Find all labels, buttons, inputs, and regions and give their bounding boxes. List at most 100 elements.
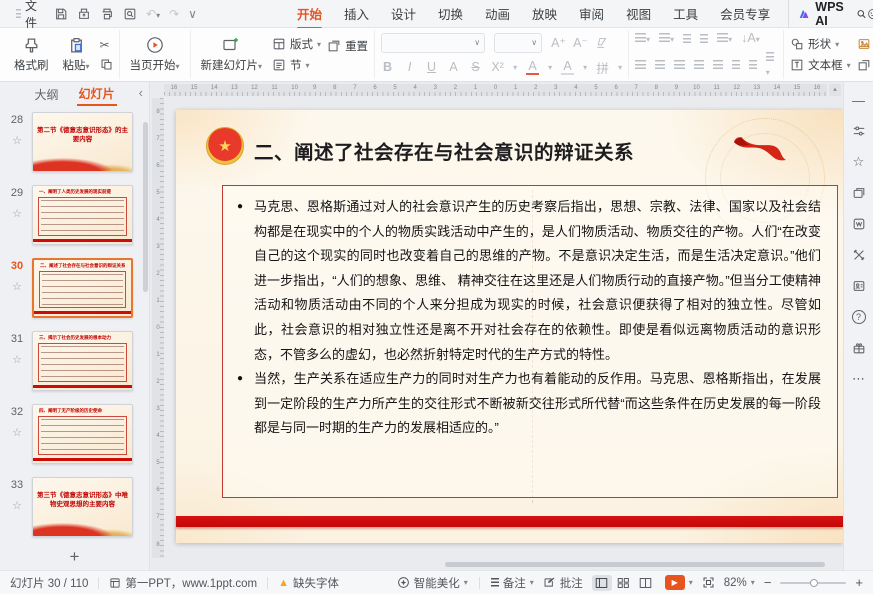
horizontal-scrollbar[interactable] bbox=[445, 562, 825, 567]
char-spacing-button[interactable]: A bbox=[447, 60, 460, 74]
columns-icon[interactable] bbox=[732, 60, 740, 69]
help-icon[interactable]: ? bbox=[851, 309, 867, 325]
slide-thumbnail-item[interactable]: 33 ☆ 第三节《德意志意识形态》中唯物史观思想的主要内容 bbox=[6, 477, 149, 537]
ribbon-tab-会员专享[interactable]: 会员专享 bbox=[710, 1, 780, 26]
scroll-up-button[interactable]: ▴ bbox=[829, 84, 841, 96]
wps-ai-group[interactable]: WPS AI bbox=[788, 0, 866, 28]
redo-icon[interactable]: ↷ bbox=[169, 7, 179, 21]
section-caret[interactable]: ▾ bbox=[306, 61, 310, 70]
textbox-caret[interactable]: ▾ bbox=[847, 61, 851, 70]
shapes-caret[interactable]: ▾ bbox=[835, 40, 839, 49]
font-size-select[interactable]: ∨ bbox=[494, 33, 542, 53]
print-preview-icon[interactable] bbox=[123, 7, 137, 21]
collapse-panel-icon[interactable]: ‹ bbox=[139, 85, 143, 100]
shapes-button[interactable]: 形状▾ bbox=[790, 36, 851, 52]
tools-icon[interactable] bbox=[851, 247, 867, 263]
section-button[interactable]: 节▾ bbox=[272, 57, 321, 73]
favorites-icon[interactable]: ☆ bbox=[851, 154, 867, 170]
slide-thumbnail[interactable]: 第二节《德意志意识形态》的主要内容 bbox=[32, 112, 133, 172]
format-painter-button[interactable]: 格式刷 bbox=[10, 35, 53, 75]
ribbon-tab-工具[interactable]: 工具 bbox=[663, 1, 708, 26]
text-direction-icon[interactable]: ▾ bbox=[717, 31, 732, 45]
slide-thumbnail[interactable]: 一、阐明了人类历史发展的现实前提 bbox=[32, 185, 133, 245]
favorite-star-icon[interactable]: ☆ bbox=[12, 207, 22, 220]
slide-thumbnail[interactable]: 第三节《德意志意识形态》中唯物史观思想的主要内容 bbox=[32, 477, 133, 537]
slide-thumbnail-item[interactable]: 28 ☆ 第二节《德意志意识形态》的主要内容 bbox=[6, 112, 149, 172]
missing-fonts-warning[interactable]: ▲ 缺失字体 bbox=[278, 575, 339, 591]
template-credit[interactable]: 第一PPT，www.1ppt.com bbox=[109, 575, 257, 591]
ribbon-tab-动画[interactable]: 动画 bbox=[475, 1, 520, 26]
collapse-rail-icon[interactable]: — bbox=[851, 92, 867, 108]
slide-thumbnail-item[interactable]: 32 ☆ 四、阐明了无产阶级的历史使命 bbox=[6, 404, 149, 464]
superscript-caret[interactable]: ▾ bbox=[513, 63, 517, 72]
slide-thumbnail[interactable]: 四、阐明了无产阶级的历史使命 bbox=[32, 404, 133, 464]
ribbon-tab-视图[interactable]: 视图 bbox=[616, 1, 661, 26]
add-slide-button[interactable]: + bbox=[0, 544, 149, 570]
notes-caret[interactable]: ▾ bbox=[530, 578, 534, 587]
zoom-slider[interactable] bbox=[780, 582, 846, 584]
phonetic-caret[interactable]: ▾ bbox=[618, 63, 622, 72]
bold-button[interactable]: B bbox=[381, 60, 394, 74]
print-icon[interactable] bbox=[100, 7, 114, 21]
current-slide[interactable]: ★ 二、阐述了社会存在与社会意识的辩证关系 马克思、恩格斯通过对人的社会意识产生… bbox=[176, 110, 843, 543]
comments-button[interactable]: 批注 bbox=[543, 575, 583, 591]
font-color-caret[interactable]: ▾ bbox=[548, 63, 552, 72]
underline-button[interactable]: U bbox=[425, 60, 438, 74]
decrease-font-icon[interactable]: A⁻ bbox=[573, 35, 586, 50]
increase-indent-icon[interactable] bbox=[700, 34, 708, 43]
slideshow-caret[interactable]: ▾ bbox=[689, 578, 693, 587]
editing-canvas[interactable]: 1615141312111098765432101234567891011121… bbox=[150, 82, 843, 570]
favorite-star-icon[interactable]: ☆ bbox=[12, 280, 22, 293]
slideshow-play-button[interactable]: ▶ bbox=[665, 575, 685, 590]
highlight-caret[interactable]: ▾ bbox=[583, 63, 587, 72]
appearance-icon[interactable] bbox=[867, 6, 873, 22]
decrease-indent-icon[interactable] bbox=[683, 34, 691, 43]
arrange-button[interactable]: 排列▾ bbox=[857, 57, 873, 73]
justify-icon[interactable] bbox=[694, 60, 704, 69]
save-icon[interactable] bbox=[54, 7, 68, 21]
favorite-star-icon[interactable]: ☆ bbox=[12, 426, 22, 439]
slide-thumbnail-item[interactable]: 29 ☆ 一、阐明了人类历史发展的现实前提 bbox=[6, 185, 149, 245]
ribbon-tab-设计[interactable]: 设计 bbox=[381, 1, 426, 26]
paste-caret[interactable]: ▾ bbox=[86, 62, 90, 71]
fit-slide-icon[interactable] bbox=[702, 576, 715, 589]
customize-qat-chevron[interactable]: ∨ bbox=[188, 7, 197, 21]
slide-thumbnail-item[interactable]: 31 ☆ 三、揭示了社会历史发展的根本动力 bbox=[6, 331, 149, 391]
cut-icon[interactable]: ✂ bbox=[100, 38, 113, 52]
phonetic-guide-button[interactable]: 拼 bbox=[596, 58, 609, 77]
undo-caret[interactable]: ▾ bbox=[156, 11, 160, 20]
highlight-button[interactable]: A bbox=[561, 59, 574, 75]
gift-icon[interactable] bbox=[851, 340, 867, 356]
increase-font-icon[interactable]: A⁺ bbox=[551, 35, 564, 50]
tab-outline[interactable]: 大纲 bbox=[32, 84, 60, 105]
line-height-icon[interactable]: ▾ bbox=[766, 50, 777, 78]
layout-caret[interactable]: ▾ bbox=[317, 40, 321, 49]
smart-doc-icon[interactable] bbox=[851, 216, 867, 232]
paste-button[interactable]: 粘贴▾ bbox=[59, 35, 94, 75]
zoom-slider-thumb[interactable] bbox=[810, 579, 818, 587]
align-left-icon[interactable] bbox=[635, 60, 645, 69]
notes-button[interactable]: 备注▾ bbox=[491, 575, 534, 591]
zoom-level[interactable]: 82%▾ bbox=[724, 577, 755, 589]
more-icon[interactable]: ⋯ bbox=[851, 371, 867, 387]
favorite-star-icon[interactable]: ☆ bbox=[12, 134, 22, 147]
beautify-caret[interactable]: ▾ bbox=[464, 578, 468, 587]
ribbon-tab-放映[interactable]: 放映 bbox=[522, 1, 567, 26]
superscript-button[interactable]: X² bbox=[491, 60, 504, 74]
bullet-list-icon[interactable]: ▾ bbox=[635, 31, 650, 45]
file-menu-button[interactable]: 文件 bbox=[8, 0, 48, 31]
numbered-list-icon[interactable]: ▾ bbox=[659, 31, 674, 45]
export-icon[interactable] bbox=[77, 7, 91, 21]
smart-beautify-button[interactable]: 智能美化▾ bbox=[397, 575, 468, 591]
slide-thumbnail[interactable]: 三、揭示了社会历史发展的根本动力 bbox=[32, 331, 133, 391]
properties-icon[interactable] bbox=[851, 123, 867, 139]
play-from-current-button[interactable]: 当页开始▾ bbox=[126, 34, 184, 75]
play-caret[interactable]: ▾ bbox=[176, 62, 180, 71]
resource-library-icon[interactable] bbox=[851, 278, 867, 294]
ribbon-tab-插入[interactable]: 插入 bbox=[334, 1, 379, 26]
slide-sorter-view-button[interactable] bbox=[614, 575, 634, 591]
zoom-in-button[interactable]: + bbox=[855, 575, 863, 590]
zoom-out-button[interactable]: − bbox=[764, 575, 772, 590]
picture-button[interactable]: 图片▾ bbox=[857, 36, 873, 52]
search-icon[interactable] bbox=[856, 7, 867, 21]
